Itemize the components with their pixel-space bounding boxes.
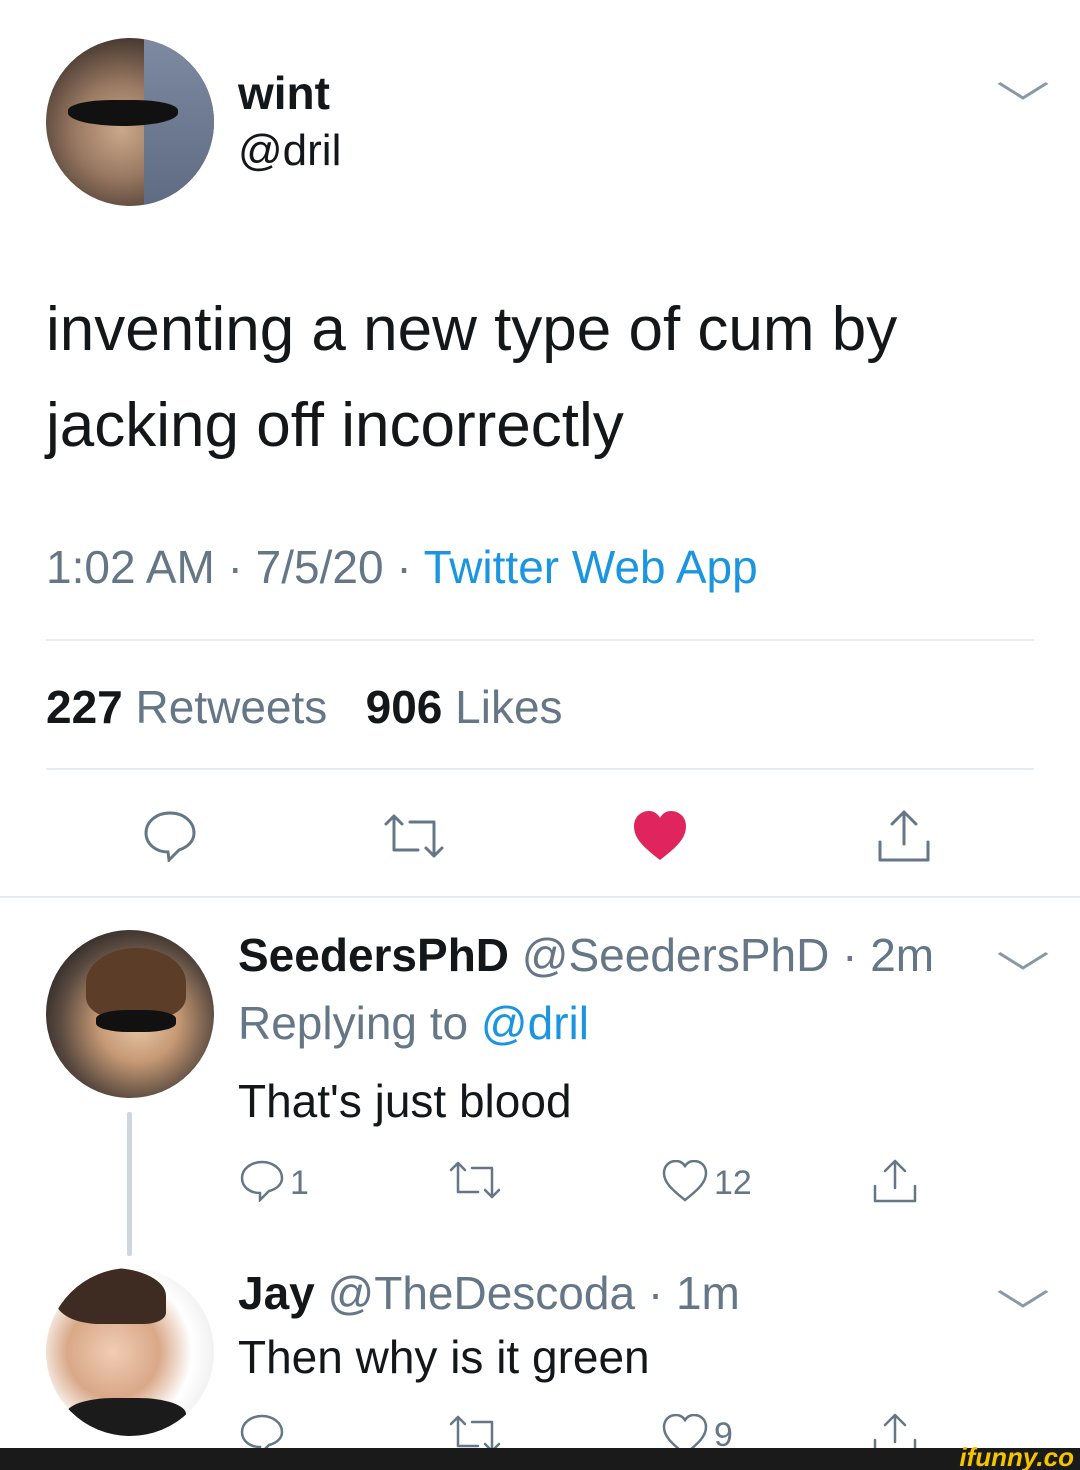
tweet-date: 7/5/20	[255, 541, 384, 593]
likes-count: 906	[365, 681, 443, 733]
avatar-hair	[56, 1268, 166, 1324]
author-display-name[interactable]: wint	[238, 66, 330, 120]
separator: ·	[829, 929, 871, 981]
replying-label: Replying to	[238, 997, 469, 1049]
separator: ·	[635, 1267, 676, 1319]
reply-header: SeedersPhD @SeedersPhD · 2m	[238, 928, 934, 982]
reply-text: Then why is it green	[238, 1331, 650, 1383]
watermark: ifunny.co	[959, 1442, 1074, 1470]
like-heart-icon[interactable]	[662, 1160, 708, 1202]
watermark-bar	[0, 1448, 1080, 1470]
reply-age: 1m	[675, 1267, 740, 1319]
divider	[0, 896, 1080, 898]
avatar-hair	[86, 948, 186, 1018]
avatar-dril[interactable]	[46, 38, 214, 206]
replying-to-handle-link[interactable]: @dril	[481, 997, 589, 1049]
tweet-meta: 1:02 AM · 7/5/20 · Twitter Web App	[46, 540, 758, 594]
like-heart-icon[interactable]	[632, 810, 688, 862]
avatar-sunglasses	[68, 100, 178, 126]
avatar-thedescoda[interactable]	[46, 1268, 214, 1436]
chevron-down-icon[interactable]	[996, 72, 1050, 111]
chevron-down-icon[interactable]	[996, 1280, 1050, 1319]
retweet-icon[interactable]	[448, 1160, 502, 1200]
reply-header: Jay @TheDescoda · 1m	[238, 1266, 740, 1320]
share-icon[interactable]	[876, 808, 932, 864]
like-count: 12	[714, 1164, 752, 1202]
retweets-label: Retweets	[135, 681, 328, 733]
reply-icon[interactable]	[240, 1160, 284, 1202]
author-handle[interactable]: @dril	[238, 126, 341, 176]
tweet-source-link[interactable]: Twitter Web App	[424, 541, 758, 593]
avatar-sunglasses	[96, 1010, 176, 1032]
tweet-stats: 227 Retweets 906 Likes	[46, 680, 563, 734]
reply-text: That's just blood	[238, 1075, 572, 1127]
reply-display-name[interactable]: SeedersPhD	[238, 929, 509, 981]
avatar-shirt	[66, 1398, 186, 1436]
reply-icon[interactable]	[143, 810, 197, 862]
likes-stat[interactable]: 906 Likes	[366, 681, 563, 733]
tweet-text: inventing a new type of cum by jacking o…	[46, 295, 898, 460]
share-icon[interactable]	[872, 1158, 918, 1204]
retweets-stat[interactable]: 227 Retweets	[46, 681, 327, 733]
reply-count: 1	[290, 1164, 309, 1202]
reply-handle[interactable]: @TheDescoda	[328, 1267, 636, 1319]
reply-handle[interactable]: @SeedersPhD	[522, 929, 830, 981]
separator: ·	[227, 541, 256, 593]
replying-to: Replying to @dril	[238, 996, 589, 1050]
avatar-seedersphd[interactable]	[46, 930, 214, 1098]
reply-display-name[interactable]: Jay	[238, 1267, 315, 1319]
retweets-count: 227	[46, 681, 123, 733]
tweet-time: 1:02 AM	[46, 541, 215, 593]
thread-connector-line	[127, 1112, 132, 1256]
retweet-icon[interactable]	[382, 812, 446, 860]
chevron-down-icon[interactable]	[996, 942, 1050, 981]
separator: ·	[396, 541, 424, 593]
reply-age: 2m	[870, 929, 935, 981]
likes-label: Likes	[455, 681, 563, 733]
divider	[46, 639, 1034, 641]
divider	[46, 768, 1034, 770]
